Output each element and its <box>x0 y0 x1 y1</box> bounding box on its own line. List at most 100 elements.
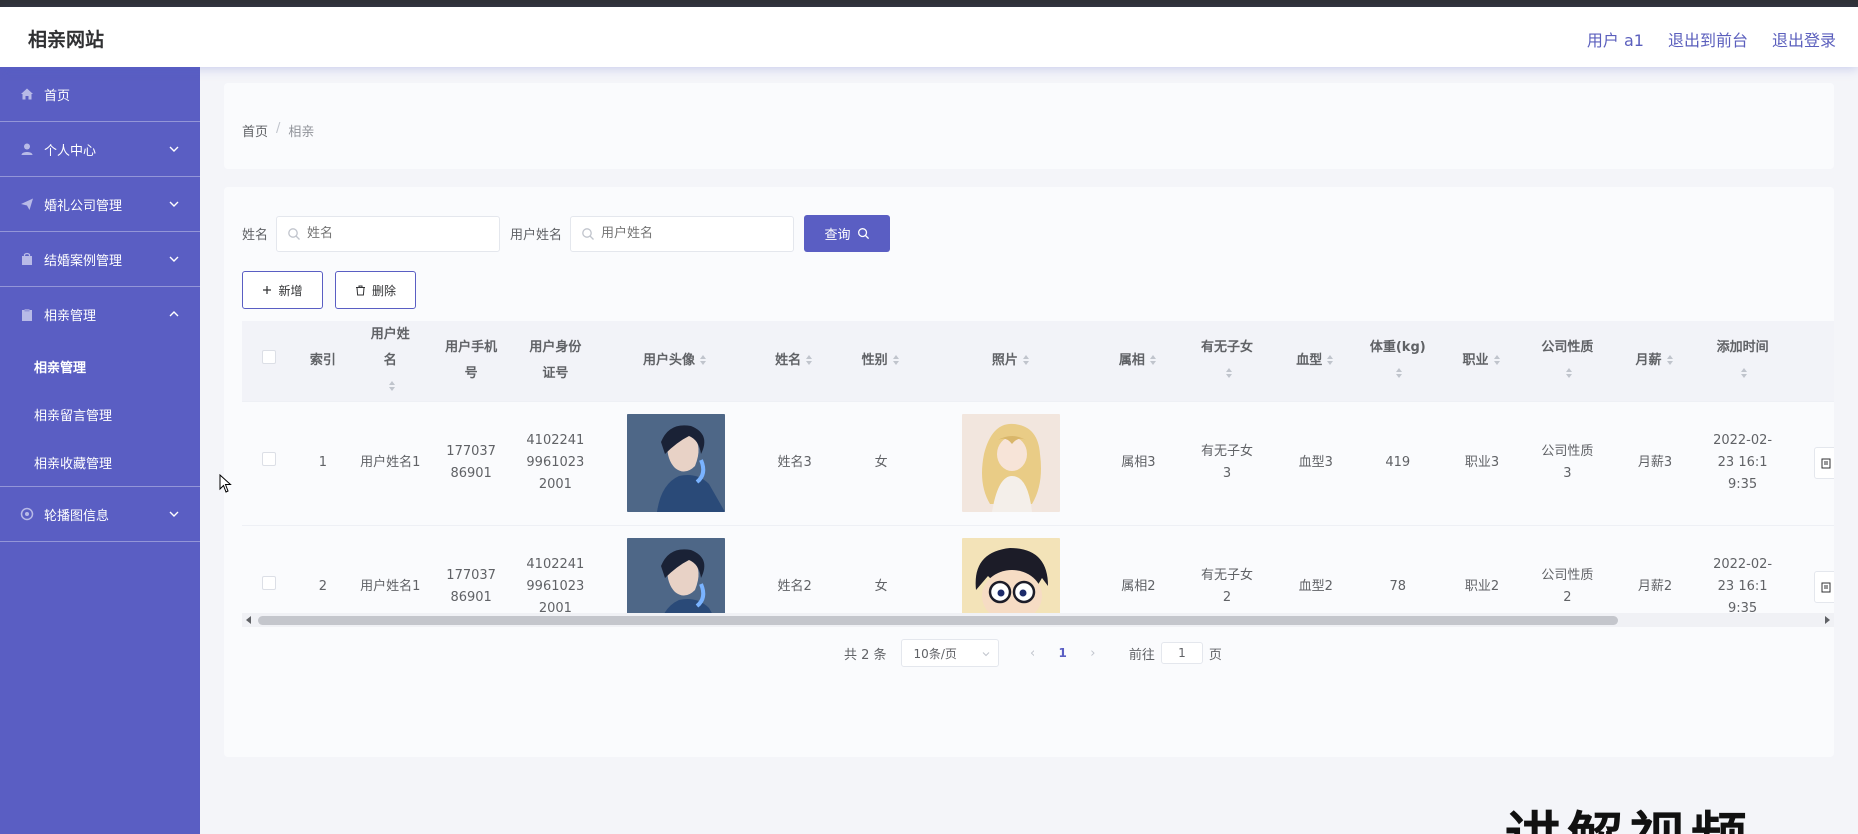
cell-zodiac: 属相2 <box>1097 524 1179 613</box>
column-header[interactable]: 添加时间 <box>1699 321 1786 401</box>
horizontal-scrollbar[interactable] <box>242 613 1834 627</box>
sidebar-item-personal-center[interactable]: 个人中心 <box>0 122 200 177</box>
sidebar-item-matchmaking[interactable]: 相亲管理 <box>0 287 200 342</box>
sort-icon[interactable] <box>891 354 901 366</box>
sort-icon[interactable] <box>1148 354 1158 366</box>
scroll-right-arrow-icon[interactable] <box>1825 616 1830 624</box>
search-form: 姓名 用户姓名 查询 <box>242 215 891 252</box>
breadcrumb-home[interactable]: 首页 <box>242 121 268 140</box>
detail-button[interactable]: 详 <box>1813 571 1834 604</box>
sidebar-submenu: 相亲管理 相亲留言管理 相亲收藏管理 <box>0 342 200 486</box>
sidebar-item-label: 结婚案例管理 <box>44 253 123 269</box>
next-page-icon[interactable]: › <box>1087 646 1099 661</box>
column-header[interactable]: 体重(kg) <box>1356 321 1440 401</box>
select-all-checkbox[interactable] <box>261 349 276 364</box>
document-icon <box>1821 582 1831 593</box>
cell-text: 410224199610232001 <box>526 433 585 492</box>
row-select-cell[interactable] <box>242 524 296 613</box>
sort-icon[interactable] <box>1665 354 1675 366</box>
column-header[interactable]: 用户手机号 <box>430 321 512 401</box>
top-header: 相亲网站 用户 a1 退出到前台 退出登录 <box>0 7 1858 67</box>
row-select-cell[interactable] <box>242 400 296 525</box>
profile-photo-image <box>962 414 1061 512</box>
column-header[interactable]: 月薪 <box>1610 321 1700 401</box>
sidebar-subitem-matchmaking[interactable]: 相亲管理 <box>0 342 200 390</box>
column-header-label: 性别 <box>861 352 888 368</box>
column-header[interactable]: 用户身份证号 <box>511 321 600 401</box>
sort-icon[interactable] <box>698 354 708 366</box>
column-header[interactable]: 有无子女 <box>1178 321 1276 401</box>
sidebar-item-wedding-cases[interactable]: 结婚案例管理 <box>0 232 200 287</box>
sidebar-item-home[interactable]: 首页 <box>0 67 200 122</box>
window-top-strip <box>0 0 1858 7</box>
page-size-select[interactable]: 10条/页 <box>900 639 999 667</box>
column-header[interactable]: 照片 <box>924 321 1098 401</box>
sidebar-subitem-messages[interactable]: 相亲留言管理 <box>0 390 200 438</box>
column-header[interactable]: 血型 <box>1275 321 1357 401</box>
cell-added: 2022-02-23 16:19:35 <box>1699 400 1786 525</box>
sidebar-subitem-favorites[interactable]: 相亲收藏管理 <box>0 438 200 486</box>
detail-button[interactable]: 详 <box>1813 447 1834 479</box>
column-header-label: 用户手机号 <box>445 339 498 381</box>
column-header[interactable]: 公司性质 <box>1524 321 1611 401</box>
current-user-label[interactable]: 用户 a1 <box>1587 27 1644 51</box>
sort-icon[interactable] <box>1224 367 1234 379</box>
add-button[interactable]: 新增 <box>242 271 323 309</box>
username-search-input[interactable] <box>601 226 782 241</box>
cell-text: 有无子女2 <box>1201 568 1254 606</box>
cell-index: 1 <box>295 400 350 525</box>
column-header: 索引 <box>295 321 350 401</box>
bag-icon <box>22 252 32 265</box>
column-header-label: 有无子女 <box>1201 339 1254 355</box>
send-icon <box>21 198 33 210</box>
cell-actions: 详 <box>1785 524 1834 613</box>
back-to-front-link[interactable]: 退出到前台 <box>1668 27 1748 51</box>
column-header[interactable]: 性别 <box>837 321 925 401</box>
column-header[interactable]: 用户头像 <box>599 321 752 401</box>
cell-salary: 月薪3 <box>1610 400 1700 525</box>
column-header[interactable]: 用户姓名 <box>349 321 431 401</box>
sort-icon[interactable] <box>1021 354 1031 366</box>
row-checkbox[interactable] <box>261 576 276 591</box>
column-header[interactable]: 职业 <box>1439 321 1525 401</box>
sidebar-item-wedding-company[interactable]: 婚礼公司管理 <box>0 177 200 232</box>
scroll-left-arrow-icon[interactable] <box>246 616 251 624</box>
table-row: 1 用户姓名1 17703786901 410224199610232001 姓… <box>242 400 1834 525</box>
sort-icon[interactable] <box>387 380 397 392</box>
scrollbar-thumb[interactable] <box>258 616 1618 625</box>
sidebar: 首页 个人中心 婚礼公司管理 结婚案例管理 相亲管理 相亲管理 相亲留言管理 相… <box>0 67 200 834</box>
sidebar-item-label: 轮播图信息 <box>44 508 110 524</box>
page-number[interactable]: 1 <box>1059 646 1067 660</box>
sort-icon[interactable] <box>1564 367 1574 379</box>
site-title: 相亲网站 <box>28 29 105 51</box>
sort-icon[interactable] <box>804 354 814 366</box>
sort-icon[interactable] <box>1325 354 1335 366</box>
cell-photo <box>924 524 1098 613</box>
sort-icon[interactable] <box>1492 354 1502 366</box>
sidebar-item-carousel[interactable]: 轮播图信息 <box>0 487 200 542</box>
name-search-input[interactable] <box>307 226 488 241</box>
name-search-field[interactable] <box>276 215 501 252</box>
select-all-cell[interactable] <box>242 321 296 401</box>
query-button[interactable]: 查询 <box>804 215 891 252</box>
sort-icon[interactable] <box>1394 367 1404 379</box>
user-avatar-image <box>626 538 725 613</box>
goto-page-input[interactable]: 1 <box>1160 642 1203 664</box>
cell-idcard: 410224199610232001 <box>511 524 600 613</box>
video-caption-overlay: 讲解视频 <box>1505 812 1753 834</box>
cell-text: 2022-02-23 16:19:35 <box>1713 557 1773 613</box>
cell-text: 用户姓名1 <box>360 455 421 470</box>
prev-page-icon[interactable]: ‹ <box>1027 646 1039 661</box>
cell-zodiac: 属相3 <box>1097 400 1179 525</box>
data-table: 索引 用户姓名 用户手机号 用户身份证号 用户头像 姓名 性别 照片 属相 有无… <box>242 321 1834 613</box>
sidebar-item-label: 婚礼公司管理 <box>44 198 123 214</box>
username-search-field[interactable] <box>570 215 795 252</box>
main-content: 首页 / 相亲 姓名 用户姓名 查询 新增 <box>200 67 1858 834</box>
search-icon <box>582 227 594 240</box>
logout-link[interactable]: 退出登录 <box>1772 27 1836 51</box>
column-header[interactable]: 姓名 <box>751 321 838 401</box>
delete-button[interactable]: 删除 <box>335 271 416 309</box>
row-checkbox[interactable] <box>261 452 276 466</box>
column-header[interactable]: 属相 <box>1097 321 1179 401</box>
sort-icon[interactable] <box>1739 367 1749 379</box>
